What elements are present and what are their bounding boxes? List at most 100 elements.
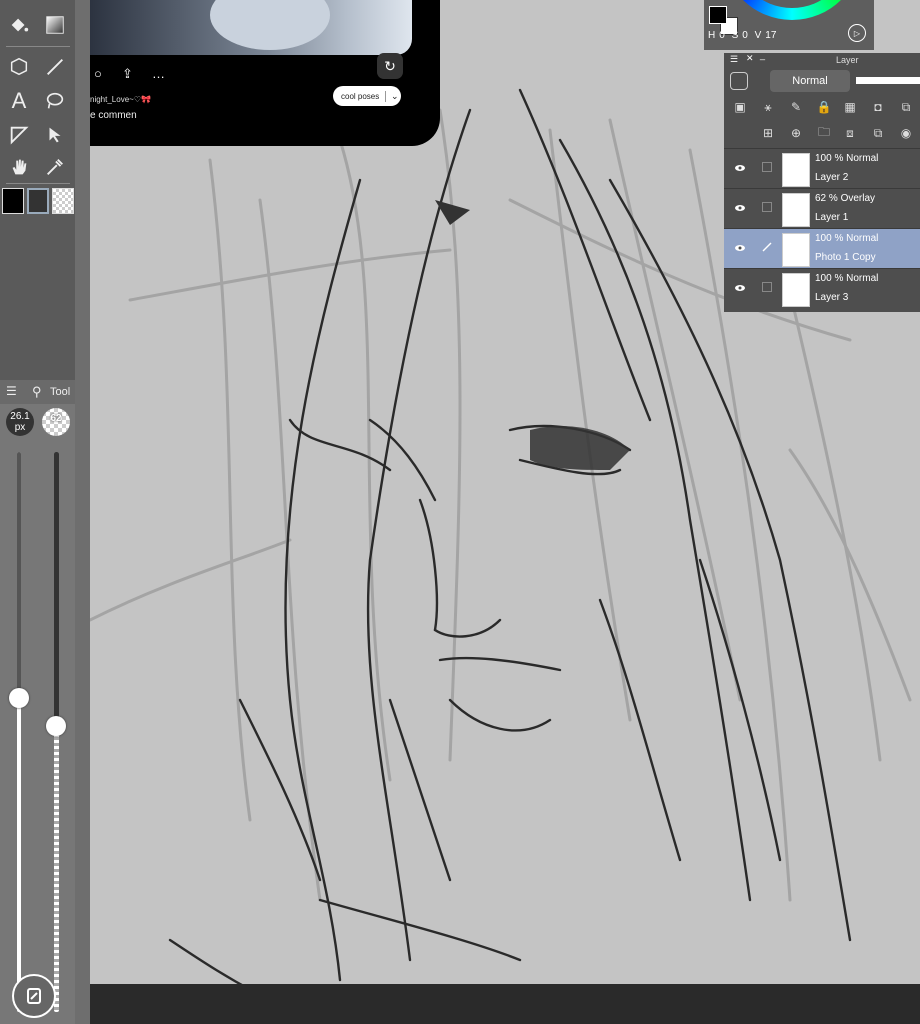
value-label: V bbox=[754, 30, 762, 41]
palette-header: ☰ ⚲ Tool bbox=[0, 380, 75, 404]
ruler-icon[interactable] bbox=[4, 120, 34, 150]
layer-name: Photo 1 Copy bbox=[815, 252, 876, 263]
fill-bucket-icon[interactable] bbox=[4, 10, 34, 40]
layer-opacity-mode: 100 % Normal bbox=[815, 153, 879, 164]
blend-row: Normal bbox=[724, 68, 920, 94]
tool-separator bbox=[6, 46, 70, 47]
tool-property-icon[interactable]: ⚲ bbox=[32, 384, 42, 400]
minimize-icon[interactable]: _ bbox=[760, 50, 765, 60]
layer-panel-titlebar: ☰ ✕ _ Layer bbox=[724, 50, 920, 68]
layer-checkbox[interactable] bbox=[762, 202, 772, 212]
layer-row[interactable]: 100 % Normal Layer 2 bbox=[724, 148, 920, 188]
more-icon[interactable]: … bbox=[152, 66, 165, 81]
layer-opacity-mode: 100 % Normal bbox=[815, 273, 879, 284]
layer-name: Layer 1 bbox=[815, 212, 849, 223]
transform-icon bbox=[27, 988, 41, 1004]
object-select-icon[interactable] bbox=[4, 52, 34, 82]
transparent-color-swatch[interactable] bbox=[52, 188, 74, 214]
reference-username: night_Love~♡🎀 bbox=[90, 95, 151, 104]
main-color-swatch[interactable] bbox=[2, 188, 24, 214]
chevron-down-icon: ⌄ bbox=[385, 90, 399, 102]
hue-value: 0 bbox=[719, 30, 725, 41]
hsv-readout: H0 S0 V 17 bbox=[708, 30, 780, 41]
draft-layer-icon[interactable]: ✎ bbox=[788, 99, 804, 115]
share-icon[interactable]: ⇪ bbox=[122, 66, 133, 82]
layer-checkbox[interactable] bbox=[762, 162, 772, 172]
blend-mode-select[interactable]: Normal bbox=[770, 70, 850, 92]
eyedropper-icon[interactable] bbox=[40, 152, 70, 182]
gradient-icon[interactable] bbox=[40, 10, 70, 40]
new-vector-layer-icon[interactable]: ⊕ bbox=[788, 125, 804, 141]
layer-row[interactable]: 100 % Normal Layer 3 bbox=[724, 268, 920, 308]
comment-icon[interactable]: ○ bbox=[94, 66, 102, 81]
layer-opacity-slider[interactable] bbox=[856, 77, 920, 84]
lock-transparency-icon[interactable]: ▦ bbox=[842, 99, 858, 115]
layer-checkbox[interactable] bbox=[762, 282, 772, 292]
layer-thumbnail bbox=[782, 193, 810, 227]
clip-icon[interactable]: ⧉ bbox=[898, 99, 914, 115]
opacity-readout[interactable]: 62 bbox=[42, 408, 70, 436]
color-mode-icon[interactable]: ▷ bbox=[848, 24, 866, 42]
quick-transform-button[interactable] bbox=[12, 974, 56, 1018]
reference-window: ○ ⇪ … ↻ night_Love~♡🎀 e commen cool pose… bbox=[90, 0, 440, 146]
opacity-slider-track bbox=[54, 452, 59, 727]
layer-name: Layer 2 bbox=[815, 172, 849, 183]
layer-panel-title: Layer bbox=[836, 55, 859, 65]
tool-separator bbox=[6, 183, 70, 184]
layer-thumbnail bbox=[782, 153, 810, 187]
menu-icon[interactable]: ☰ bbox=[6, 384, 17, 398]
hand-icon[interactable] bbox=[4, 152, 34, 182]
eye-icon[interactable] bbox=[734, 162, 746, 174]
brush-size-unit: px bbox=[14, 422, 26, 433]
layer-panel: ☰ ✕ _ Layer Normal ▣ ⚹ ✎ 🔒 ▦ ◘ ⧉ ⊞ ⊕ 🗀 ⧈… bbox=[724, 50, 920, 312]
refresh-icon[interactable]: ↻ bbox=[377, 53, 403, 79]
brush-size-palette: ☰ ⚲ Tool 26.1 px 62 bbox=[0, 380, 75, 1024]
lasso-icon[interactable] bbox=[40, 86, 70, 116]
foreground-color-swatch[interactable] bbox=[709, 6, 727, 24]
layer-thumbnail bbox=[782, 273, 810, 307]
brush-size-readout[interactable]: 26.1 px bbox=[6, 408, 34, 436]
tool-tab-label[interactable]: Tool bbox=[50, 386, 70, 398]
layer-thumbnail bbox=[782, 233, 810, 267]
layer-opacity-mode: 62 % Overlay bbox=[815, 193, 876, 204]
brush-size-slider-thumb[interactable] bbox=[9, 688, 29, 709]
clip-toggle[interactable] bbox=[730, 72, 748, 90]
layer-row[interactable]: 100 % Normal Photo 1 Copy bbox=[724, 228, 920, 268]
eye-icon[interactable] bbox=[734, 282, 746, 294]
new-folder-icon[interactable]: 🗀 bbox=[816, 125, 832, 141]
lock-icon[interactable]: 🔒 bbox=[816, 99, 832, 115]
duplicate-layer-icon[interactable]: ⧉ bbox=[870, 125, 886, 141]
operation-arrow-icon[interactable] bbox=[40, 120, 70, 150]
board-label: cool poses bbox=[341, 91, 380, 101]
layer-opacity-mode: 100 % Normal bbox=[815, 233, 879, 244]
brush-size-value: 26.1 bbox=[10, 411, 30, 422]
layer-mask-icon[interactable]: ◉ bbox=[898, 125, 914, 141]
layer-toolbar-row: ▣ ⚹ ✎ 🔒 ▦ ◘ ⧉ bbox=[724, 95, 920, 121]
toolbar-divider bbox=[75, 0, 90, 1024]
opacity-slider-thumb[interactable] bbox=[46, 716, 66, 737]
layer-property-icon[interactable]: ▣ bbox=[732, 99, 748, 115]
reference-comment-text: e commen bbox=[90, 110, 137, 121]
merge-layer-icon[interactable]: ⧈ bbox=[842, 125, 858, 141]
reference-photo bbox=[90, 0, 412, 55]
layer-toolbar-row: ⊞ ⊕ 🗀 ⧈ ⧉ ◉ bbox=[724, 121, 920, 147]
eye-icon[interactable] bbox=[734, 202, 746, 214]
pen-icon bbox=[762, 242, 772, 252]
layer-row[interactable]: 62 % Overlay Layer 1 bbox=[724, 188, 920, 228]
layer-name: Layer 3 bbox=[815, 292, 849, 303]
saturation-label: S bbox=[731, 30, 739, 41]
line-icon[interactable] bbox=[40, 52, 70, 82]
sub-color-swatch[interactable] bbox=[27, 188, 49, 214]
new-raster-layer-icon[interactable]: ⊞ bbox=[760, 125, 776, 141]
board-select-button[interactable]: cool poses ⌄ bbox=[333, 86, 401, 106]
eye-icon[interactable] bbox=[734, 242, 746, 254]
text-tool-icon[interactable]: A bbox=[4, 86, 34, 116]
value-value: 17 bbox=[765, 30, 777, 41]
menu-icon[interactable]: ☰ bbox=[730, 54, 738, 65]
tool-bar: A bbox=[0, 0, 75, 380]
reference-layer-icon[interactable]: ⚹ bbox=[760, 99, 776, 115]
saturation-value: 0 bbox=[742, 30, 748, 41]
brush-size-slider-track bbox=[17, 452, 21, 699]
close-icon[interactable]: ✕ bbox=[746, 53, 754, 64]
mask-icon[interactable]: ◘ bbox=[870, 99, 886, 115]
